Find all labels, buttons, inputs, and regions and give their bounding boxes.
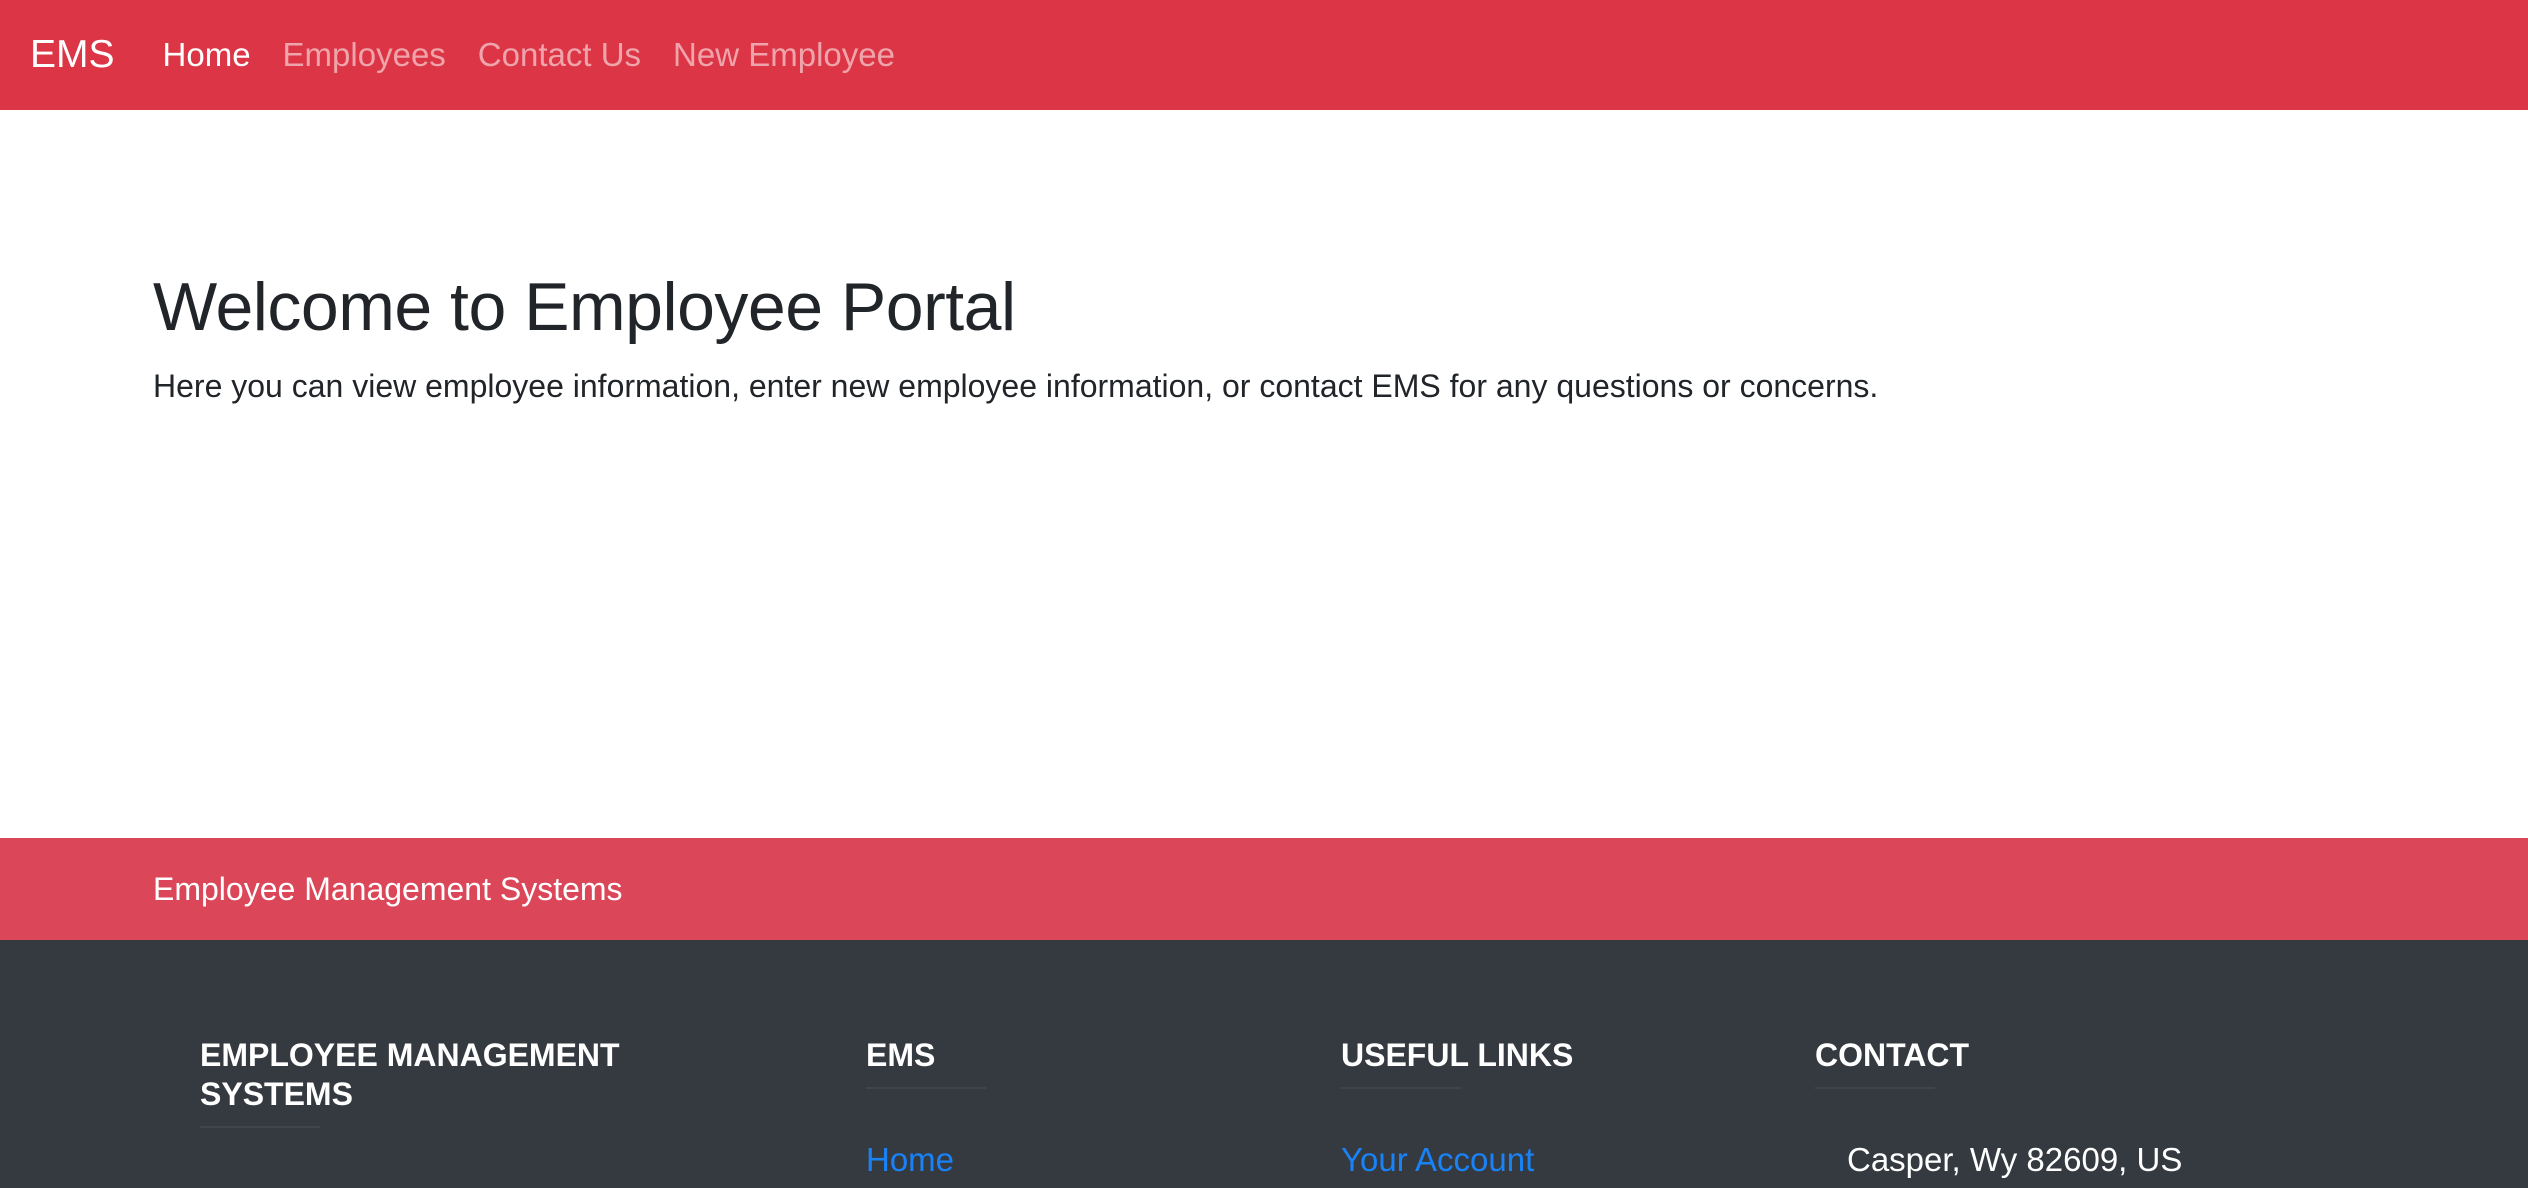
footer-address: Casper, Wy 82609, US (1847, 1141, 2183, 1178)
nav-link-new-employee[interactable]: New Employee (673, 36, 895, 74)
footer-heading-about: EMPLOYEE MANAGEMENT SYSTEMS (200, 1037, 620, 1112)
footer-heading-contact: CONTACT (1815, 1037, 1970, 1073)
footer-divider (866, 1087, 986, 1089)
footer-column-contact: CONTACT Casper, Wy 82609, US (1815, 1036, 2415, 1179)
nav-link-employees[interactable]: Employees (283, 36, 446, 74)
nav-link-contact-us[interactable]: Contact Us (478, 36, 641, 74)
page-title: Welcome to Employee Portal (153, 269, 1016, 345)
nav-link-home[interactable]: Home (163, 36, 251, 74)
hero-section: Welcome to Employee Portal Here you can … (153, 268, 2353, 405)
footer-heading-ems: EMS (866, 1037, 936, 1073)
footer-band: Employee Management Systems (0, 838, 2528, 940)
footer: EMPLOYEE MANAGEMENT SYSTEMS EMS Home USE… (0, 940, 2528, 1188)
footer-divider (1341, 1087, 1461, 1089)
footer-divider (200, 1126, 320, 1128)
footer-heading-useful-links: USEFUL LINKS (1341, 1037, 1574, 1073)
top-navbar: EMS Home Employees Contact Us New Employ… (0, 0, 2528, 110)
footer-column-about: EMPLOYEE MANAGEMENT SYSTEMS (200, 1036, 720, 1128)
footer-band-text: Employee Management Systems (153, 870, 623, 907)
footer-link-your-account[interactable]: Your Account (1341, 1141, 1741, 1179)
footer-link-home[interactable]: Home (866, 1141, 1266, 1179)
footer-column-useful-links: USEFUL LINKS Your Account (1341, 1036, 1741, 1179)
page-subtitle: Here you can view employee information, … (153, 368, 1879, 404)
footer-divider (1815, 1087, 1935, 1089)
footer-column-ems: EMS Home (866, 1036, 1266, 1179)
brand-link[interactable]: EMS (30, 33, 115, 77)
